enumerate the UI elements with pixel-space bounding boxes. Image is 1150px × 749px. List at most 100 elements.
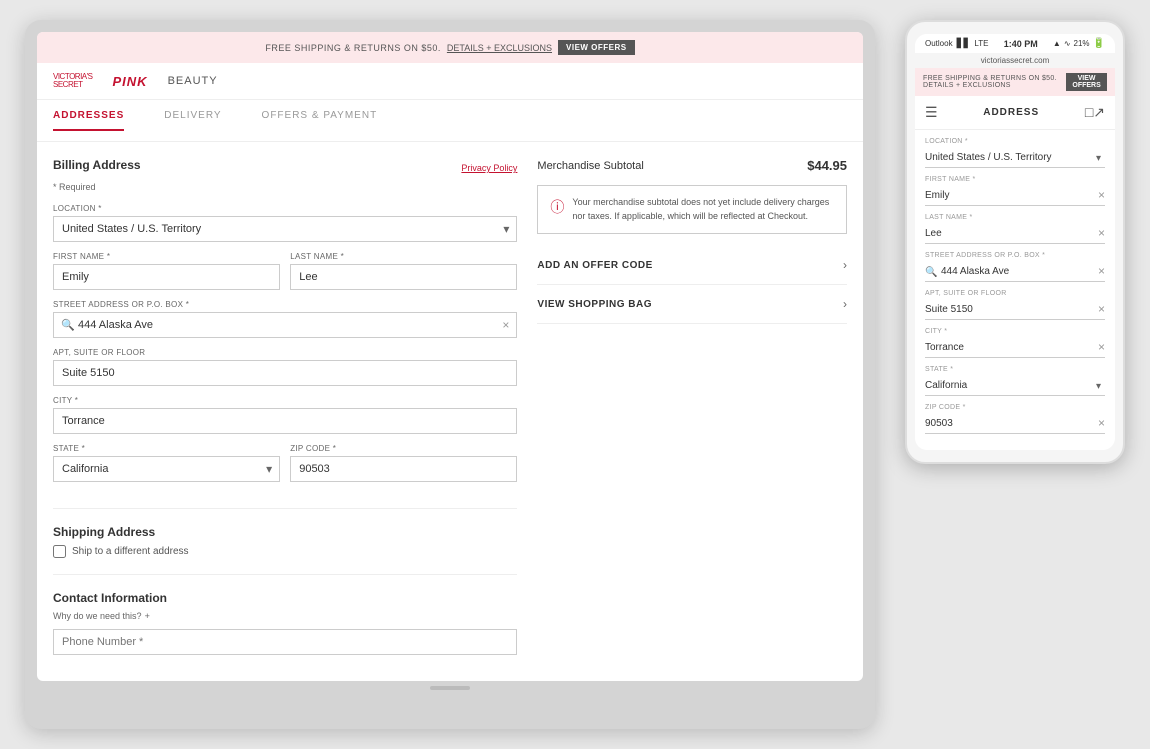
ph-apt-group: APT, SUITE OR FLOOR × <box>925 290 1105 320</box>
ship-different-label: Ship to a different address <box>72 546 189 557</box>
signal-icon: ▋▋ <box>957 38 971 49</box>
battery-icon: 🔋 <box>1093 38 1105 49</box>
zip-input[interactable] <box>290 456 517 482</box>
ph-zip-label: ZIP CODE * <box>925 404 1105 411</box>
beauty-logo: BEAUTY <box>168 75 218 87</box>
ph-last-name-input[interactable] <box>925 224 1105 244</box>
step-addresses[interactable]: ADDRESSES <box>53 110 124 131</box>
ph-street-input[interactable] <box>925 262 1105 282</box>
ph-clear-city-icon[interactable]: × <box>1098 340 1105 354</box>
phone-group <box>53 629 517 655</box>
ph-state-select[interactable]: California <box>925 376 1105 396</box>
merch-value: $44.95 <box>807 158 847 173</box>
step-payment[interactable]: OFFERS & PAYMENT <box>262 110 378 131</box>
ph-city-input[interactable] <box>925 338 1105 358</box>
ph-clear-last-name-icon[interactable]: × <box>1098 226 1105 240</box>
ph-clear-street-icon[interactable]: × <box>1098 264 1105 278</box>
city-input[interactable] <box>53 408 517 434</box>
phone-form: LOCATION * United States / U.S. Territor… <box>915 130 1115 450</box>
phone-nav-title: ADDRESS <box>983 107 1039 118</box>
share-icon[interactable]: □↗ <box>1085 104 1105 121</box>
checkout-steps: ADDRESSES DELIVERY OFFERS & PAYMENT <box>37 100 863 142</box>
apt-input[interactable] <box>53 360 517 386</box>
info-text: Your merchandise subtotal does not yet i… <box>572 196 834 223</box>
state-select-wrapper: California <box>53 456 280 482</box>
why-link[interactable]: Why do we need this? + <box>53 611 517 621</box>
bag-row[interactable]: VIEW SHOPPING BAG › <box>537 285 847 324</box>
phone-url-bar[interactable]: victoriassecret.com <box>915 53 1115 68</box>
status-right: ▲ ∿ 21% 🔋 <box>1053 38 1105 49</box>
ph-first-name-label: FIRST NAME * <box>925 176 1105 183</box>
ph-first-name-input[interactable] <box>925 186 1105 206</box>
form-section: Billing Address Privacy Policy * Require… <box>53 158 517 665</box>
contact-section: Contact Information Why do we need this?… <box>53 574 517 655</box>
required-note: * Required <box>53 182 517 192</box>
step-delivery[interactable]: DELIVERY <box>164 110 221 131</box>
billing-title: Billing Address <box>53 158 141 172</box>
location-group: LOCATION * United States / U.S. Territor… <box>53 204 517 242</box>
ph-location-select-wrapper: United States / U.S. Territory <box>925 147 1105 168</box>
street-wrapper: 🔍 × <box>53 312 517 338</box>
street-input[interactable] <box>53 312 517 338</box>
privacy-link[interactable]: Privacy Policy <box>461 163 517 173</box>
ph-location-select[interactable]: United States / U.S. Territory <box>925 148 1105 168</box>
laptop-banner: FREE SHIPPING & RETURNS ON $50. DETAILS … <box>37 32 863 63</box>
last-name-input[interactable] <box>290 264 517 290</box>
ship-different-checkbox[interactable] <box>53 545 66 558</box>
phone-nav: ☰ ADDRESS □↗ <box>915 96 1115 130</box>
name-row: FIRST NAME * LAST NAME * <box>53 252 517 300</box>
scene: FREE SHIPPING & RETURNS ON $50. DETAILS … <box>25 20 1125 729</box>
banner-text: FREE SHIPPING & RETURNS ON $50. <box>265 43 441 53</box>
location-select[interactable]: United States / U.S. Territory <box>53 216 517 242</box>
ship-different-row: Ship to a different address <box>53 545 517 558</box>
battery-label: 21% <box>1074 39 1090 48</box>
wifi-icon: ∿ <box>1064 39 1071 48</box>
clear-street-icon[interactable]: × <box>502 318 509 332</box>
state-group: STATE * California <box>53 444 280 482</box>
city-label: CITY * <box>53 396 517 405</box>
phone-banner-text: FREE SHIPPING & RETURNS ON $50. DETAILS … <box>923 75 1066 89</box>
phone-view-offers-button[interactable]: VIEW OFFERS <box>1066 73 1107 91</box>
city-group: CITY * <box>53 396 517 434</box>
laptop-screen: FREE SHIPPING & RETURNS ON $50. DETAILS … <box>37 32 863 681</box>
ph-city-label: CITY * <box>925 328 1105 335</box>
bag-label: VIEW SHOPPING BAG <box>537 299 652 310</box>
ph-apt-input[interactable] <box>925 300 1105 320</box>
ph-location-label: LOCATION * <box>925 138 1105 145</box>
phone-banner: FREE SHIPPING & RETURNS ON $50. DETAILS … <box>915 68 1115 96</box>
first-name-group: FIRST NAME * <box>53 252 280 290</box>
status-left: Outlook ▋▋ LTE <box>925 38 989 49</box>
contact-title: Contact Information <box>53 591 517 605</box>
ph-first-name-group: FIRST NAME * × <box>925 176 1105 206</box>
state-select[interactable]: California <box>53 456 280 482</box>
ph-clear-apt-icon[interactable]: × <box>1098 302 1105 316</box>
state-label: STATE * <box>53 444 280 453</box>
phone-status-bar: Outlook ▋▋ LTE 1:40 PM ▲ ∿ 21% 🔋 <box>915 34 1115 53</box>
banner-link[interactable]: DETAILS + EXCLUSIONS <box>447 43 552 53</box>
sidebar-section: Merchandise Subtotal $44.95 ⓘ Your merch… <box>537 158 847 665</box>
phone-time: 1:40 PM <box>1004 39 1038 49</box>
ph-street-label: STREET ADDRESS OR P.O. BOX * <box>925 252 1105 259</box>
ph-city-group: CITY * × <box>925 328 1105 358</box>
main-content: Billing Address Privacy Policy * Require… <box>37 142 863 681</box>
ph-clear-first-name-icon[interactable]: × <box>1098 188 1105 202</box>
first-name-label: FIRST NAME * <box>53 252 280 261</box>
phone-screen: Outlook ▋▋ LTE 1:40 PM ▲ ∿ 21% 🔋 victori… <box>915 34 1115 450</box>
phone-input[interactable] <box>53 629 517 655</box>
last-name-label: LAST NAME * <box>290 252 517 261</box>
ph-zip-input[interactable] <box>925 414 1105 434</box>
search-icon: 🔍 <box>61 319 75 332</box>
offer-label: ADD AN OFFER CODE <box>537 260 652 271</box>
view-offers-button[interactable]: VIEW OFFERS <box>558 40 635 55</box>
apt-label: APT, SUITE OR FLOOR <box>53 348 517 357</box>
state-zip-row: STATE * California ZIP CODE * <box>53 444 517 492</box>
last-name-group: LAST NAME * <box>290 252 517 290</box>
ph-state-select-wrapper: California <box>925 375 1105 396</box>
offer-chevron-icon: › <box>843 258 847 272</box>
hamburger-icon[interactable]: ☰ <box>925 104 938 121</box>
info-box: ⓘ Your merchandise subtotal does not yet… <box>537 185 847 234</box>
signal-bars-icon: ▲ <box>1053 39 1061 48</box>
ph-clear-zip-icon[interactable]: × <box>1098 416 1105 430</box>
offer-row[interactable]: ADD AN OFFER CODE › <box>537 246 847 285</box>
first-name-input[interactable] <box>53 264 280 290</box>
